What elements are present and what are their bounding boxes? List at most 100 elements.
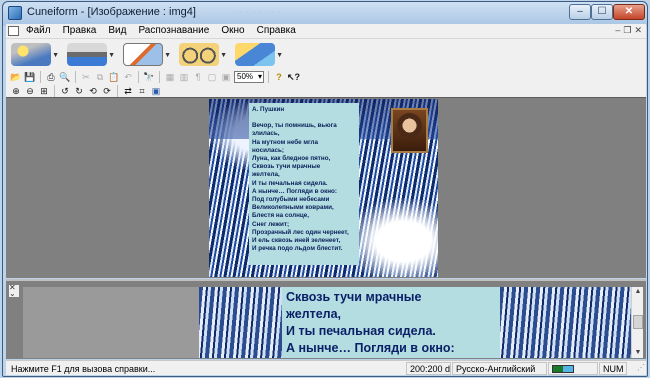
- paste-icon[interactable]: 📋: [108, 71, 120, 83]
- select-area-icon[interactable]: ▣: [150, 85, 162, 97]
- status-dpi: 200:200 dpi: [406, 362, 451, 375]
- scroll-up-icon[interactable]: ▲: [633, 287, 643, 297]
- help-icon[interactable]: ?: [273, 71, 285, 83]
- zoomed-text-block: Сквозь тучи мрачные желтела, И ты печаль…: [282, 287, 500, 358]
- chevron-down-icon[interactable]: ▼: [276, 52, 283, 59]
- rotate-180-icon[interactable]: ⟲: [87, 85, 99, 97]
- minimize-button[interactable]: –: [569, 4, 591, 20]
- scanned-image[interactable]: А. Пушкин Вечор, ты помнишь, вьюга злила…: [209, 99, 438, 277]
- maximize-button[interactable]: ☐: [591, 4, 613, 20]
- menu-recognition[interactable]: Распознавание: [138, 25, 209, 36]
- toolbar-separator: [138, 71, 139, 83]
- magic-wand-icon: [11, 43, 51, 66]
- chevron-down-icon[interactable]: ▼: [220, 52, 227, 59]
- poem-line: желтела,: [252, 171, 280, 179]
- toolbar-separator: [75, 71, 76, 83]
- standard-toolbar: 📂 💾 ⎙ 🔍 ✂ ⧉ 📋 ↶ 🔭 ▦ ▥ ¶ ▢ ▣ 50% ? ↖?: [10, 70, 300, 84]
- rotate-90-icon[interactable]: ⟳: [101, 85, 113, 97]
- zoomed-line: желтела,: [286, 307, 342, 321]
- poem-line: И речка подо льдом блестит.: [252, 245, 343, 253]
- poem-line: Блестя на солнце,: [252, 212, 310, 220]
- toolbar-separator: [117, 85, 118, 97]
- zoomed-line: А нынче… Погляди в окно:: [286, 341, 455, 355]
- document-icon[interactable]: [8, 26, 19, 36]
- toolbar-separator: [268, 71, 269, 83]
- zoomed-line: И ты печальная сидела.: [286, 324, 436, 338]
- zoomed-line: Сквозь тучи мрачные: [286, 290, 422, 304]
- poem-text-block: А. Пушкин Вечор, ты помнишь, вьюга злила…: [249, 103, 359, 265]
- zoom-select[interactable]: 50%: [234, 71, 264, 83]
- cut-icon[interactable]: ✂: [80, 71, 92, 83]
- menu-bar: Файл Правка Вид Распознавание Окно Справ…: [6, 24, 646, 39]
- main-toolbar: ▼ ▼ ▼ ▼ ▼: [8, 41, 284, 69]
- zoomed-image-fragment[interactable]: Сквозь тучи мрачные желтела, И ты печаль…: [199, 287, 636, 358]
- frame-icon[interactable]: ▢: [206, 71, 218, 83]
- send-button[interactable]: ▼: [232, 41, 284, 68]
- status-bar: Нажмите F1 для вызова справки... 200:200…: [6, 360, 646, 375]
- toolbar-separator: [159, 71, 160, 83]
- paragraph-icon[interactable]: ¶: [192, 71, 204, 83]
- poem-line: злилась,: [252, 130, 280, 138]
- print-icon[interactable]: ⎙: [45, 71, 57, 83]
- find-icon[interactable]: 🔭: [143, 71, 155, 83]
- zoom-in-icon[interactable]: ⊕: [10, 85, 22, 97]
- close-button[interactable]: ✕: [613, 4, 645, 20]
- resize-grip-icon[interactable]: ⋰: [637, 363, 645, 372]
- toolbar-area: ▼ ▼ ▼ ▼ ▼ 📂 💾 ⎙ 🔍 ✂ ⧉ 📋 ↶ 🔭 ▦ ▥ ¶ ▢ ▣ 50…: [6, 39, 646, 97]
- poem-line: Снег лежит;: [252, 220, 290, 228]
- table-icon[interactable]: ▦: [164, 71, 176, 83]
- save-icon[interactable]: 💾: [24, 71, 36, 83]
- poem-line: Под голубыми небесами: [252, 196, 330, 204]
- image-view-pane[interactable]: А. Пушкин Вечор, ты помнишь, вьюга злила…: [6, 97, 646, 278]
- status-num-lock: NUM: [599, 362, 627, 375]
- columns-icon[interactable]: ▥: [178, 71, 190, 83]
- pane-close-icon[interactable]: ✕ ⌄: [9, 284, 19, 298]
- menu-window[interactable]: Окно: [221, 25, 244, 36]
- open-folder-icon[interactable]: 📂: [10, 71, 22, 83]
- poem-line: И ты печальная сидела.: [252, 179, 328, 187]
- rotate-right-icon[interactable]: ↻: [73, 85, 85, 97]
- invert-icon[interactable]: ⇄: [122, 85, 134, 97]
- cuneiform-app-icon[interactable]: [8, 6, 22, 20]
- poem-line: А нынче… Погляди в окно:: [252, 187, 337, 195]
- context-help-icon[interactable]: ↖?: [287, 71, 300, 83]
- layout-button[interactable]: ▼: [120, 41, 172, 68]
- scan-button[interactable]: ▼: [64, 41, 116, 68]
- copy-icon[interactable]: ⧉: [94, 71, 106, 83]
- auto-process-button[interactable]: ▼: [8, 41, 60, 68]
- send-icon: [235, 43, 275, 66]
- status-help-text: Нажмите F1 для вызова справки...: [11, 364, 156, 374]
- doc-minimize-button[interactable]: –: [615, 25, 620, 36]
- cuneiform-window: Cuneiform - [Изображение : img4] · · · ·…: [2, 1, 648, 377]
- zoom-fit-icon[interactable]: ⊞: [38, 85, 50, 97]
- print-preview-icon[interactable]: 🔍: [59, 71, 71, 83]
- layout-icon: [123, 43, 163, 66]
- picture-icon[interactable]: ▣: [220, 71, 232, 83]
- scroll-down-icon[interactable]: ▼: [633, 348, 643, 358]
- poem-line: носилась;: [252, 146, 284, 154]
- zoom-view-pane[interactable]: ✕ ⌄ Сквозь тучи мрачные желтела, И ты печ…: [6, 279, 646, 359]
- recognize-button[interactable]: ▼: [176, 41, 228, 68]
- poem-line: Вечор, ты помнишь, вьюга: [252, 122, 337, 130]
- menu-edit[interactable]: Правка: [63, 25, 97, 36]
- menu-help[interactable]: Справка: [257, 25, 296, 36]
- menu-view[interactable]: Вид: [108, 25, 126, 36]
- chevron-down-icon[interactable]: ▼: [164, 52, 171, 59]
- crop-icon[interactable]: ⌗: [136, 85, 148, 97]
- doc-close-button[interactable]: ✕: [634, 25, 642, 36]
- doc-restore-button[interactable]: ❐: [623, 25, 631, 36]
- poem-author: А. Пушкин: [252, 106, 285, 113]
- undo-icon[interactable]: ↶: [122, 71, 134, 83]
- scroll-thumb[interactable]: [633, 315, 643, 329]
- chevron-down-icon[interactable]: ▼: [108, 52, 115, 59]
- background-window-ghost: · · · · · · · ·: [233, 7, 282, 17]
- zoom-out-icon[interactable]: ⊖: [24, 85, 36, 97]
- menu-file[interactable]: Файл: [26, 25, 51, 36]
- chevron-down-icon[interactable]: ▼: [52, 52, 59, 59]
- toolbar-separator: [40, 71, 41, 83]
- title-bar[interactable]: Cuneiform - [Изображение : img4] · · · ·…: [3, 2, 647, 24]
- poem-line: Луна, как бледное пятно,: [252, 155, 331, 163]
- poem-line: Сквозь тучи мрачные: [252, 163, 321, 171]
- rotate-left-icon[interactable]: ↺: [59, 85, 71, 97]
- zoom-view-scrollbar[interactable]: ▲ ▼: [631, 287, 643, 358]
